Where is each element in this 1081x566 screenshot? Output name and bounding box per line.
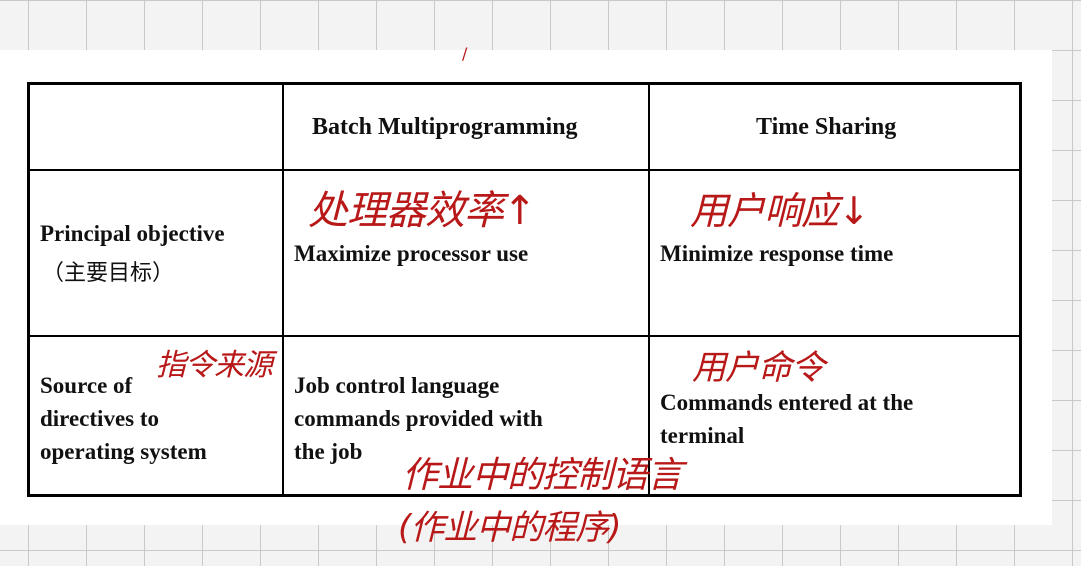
row-principal-objective-label: Principal objective [40, 221, 225, 246]
header-batch-multiprogramming: Batch Multiprogramming [312, 114, 578, 140]
comparison-table: Batch Multiprogramming Time Sharing Prin… [27, 82, 1022, 497]
cell-timesharing-directives: Commands entered at the terminal [660, 390, 914, 448]
handwritten-note-user-response: 用户响应↓ [690, 189, 870, 233]
cell-batch-objective: Maximize processor use [294, 241, 529, 266]
row-divider [30, 335, 1019, 337]
column-divider [282, 85, 284, 494]
handwritten-note-user-commands: 用户命令 [692, 348, 825, 388]
handwritten-note-instruction-source: 指令来源 [156, 348, 273, 383]
handwritten-note-processor-efficiency: 处理器效率↑ [308, 188, 537, 234]
handwritten-note-job-control-language: 作业中的控制语言 [402, 455, 683, 496]
ink-stroke-mark: / [462, 44, 468, 63]
cell-timesharing-objective: Minimize response time [660, 241, 894, 266]
row-principal-objective-label-cn: （主要目标） [42, 261, 175, 286]
row-divider [30, 169, 1019, 171]
column-divider [648, 85, 650, 494]
handwritten-note-job-program: (作业中的程序) [398, 508, 622, 548]
header-time-sharing: Time Sharing [756, 114, 897, 140]
